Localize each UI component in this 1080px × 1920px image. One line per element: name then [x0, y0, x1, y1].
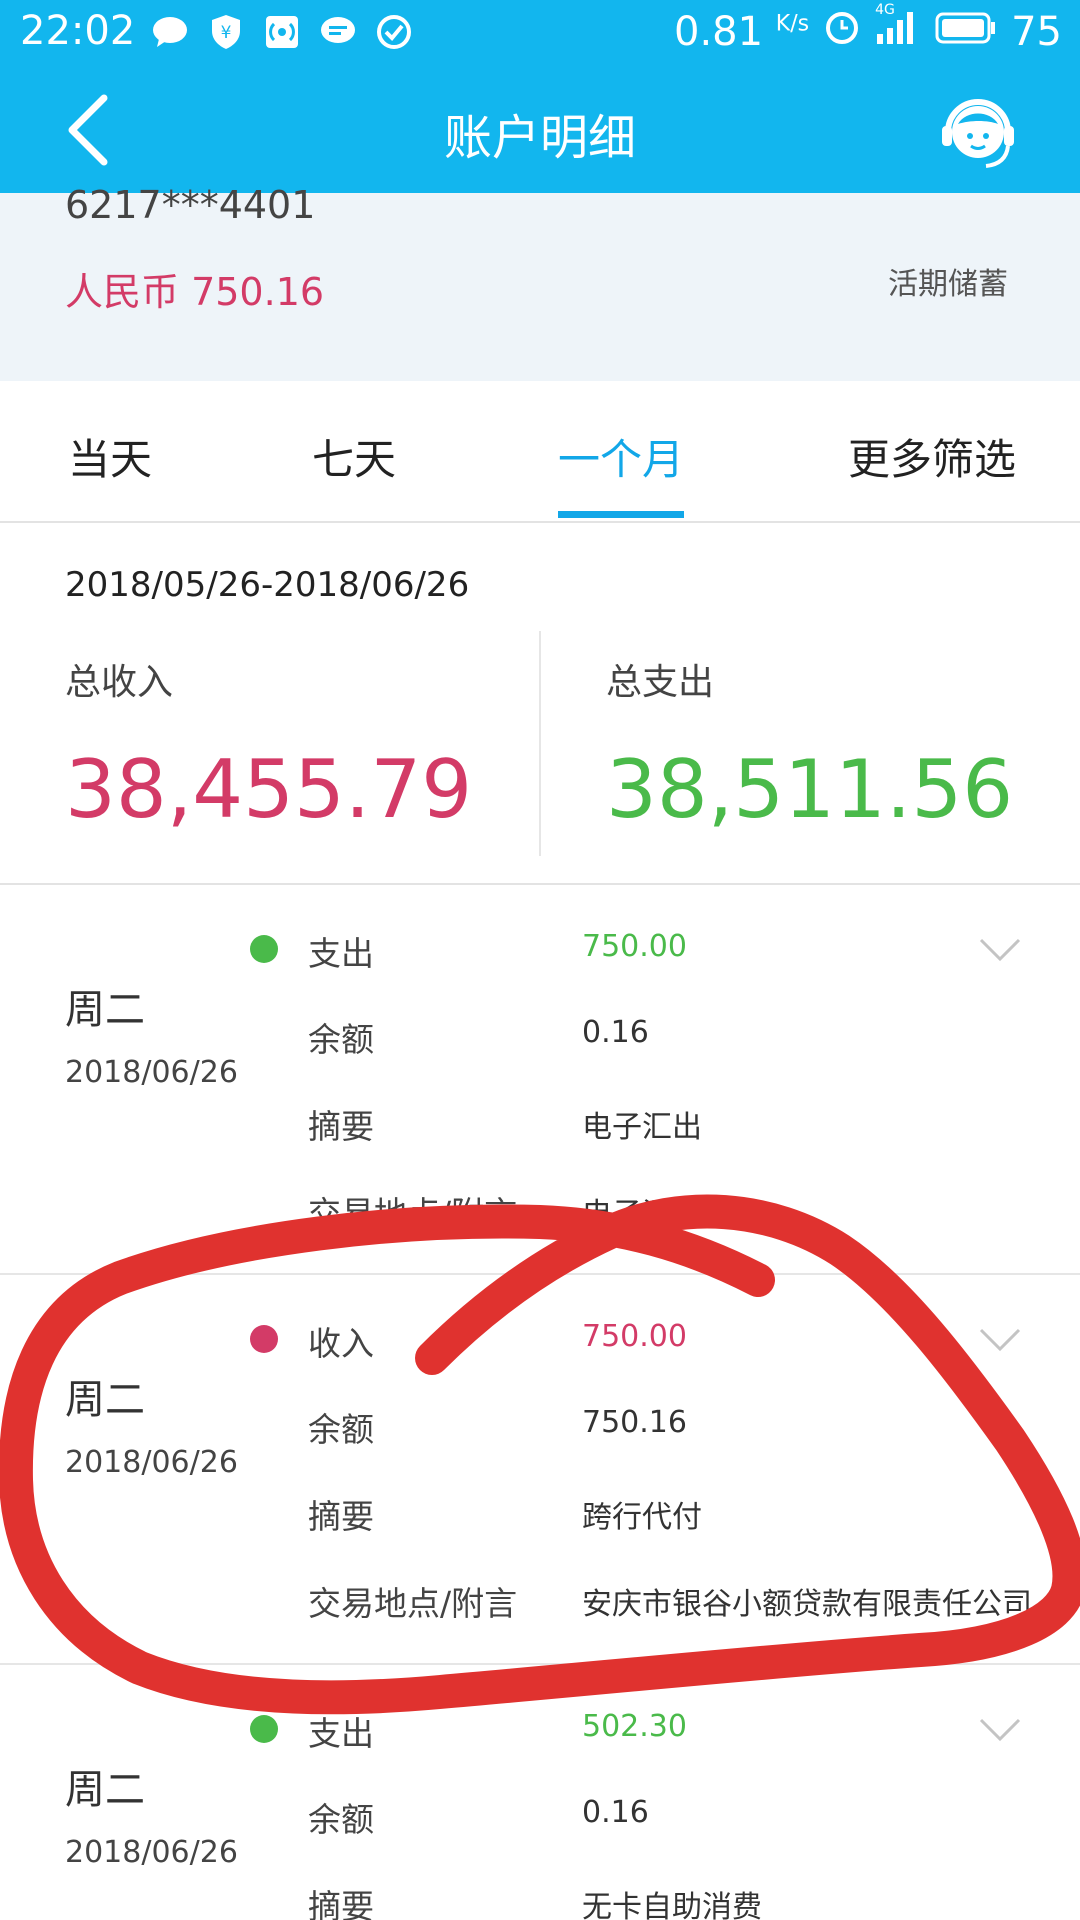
period-tabs: 当天 七天 一个月 更多筛选	[0, 381, 1080, 523]
tab-more-filters[interactable]: 更多筛选	[848, 426, 1016, 487]
transaction-weekday: 周二	[65, 1767, 145, 1813]
message-icon	[318, 12, 358, 52]
row-label: 摘要	[308, 1107, 374, 1146]
expense-dot-icon	[250, 935, 278, 963]
row-value: 750.16	[582, 1405, 687, 1440]
status-bar: 22:02 ¥ 0.81 K/s 4G 75	[0, 0, 1080, 68]
row-label: 摘要	[308, 1497, 374, 1536]
chevron-down-icon[interactable]	[978, 1717, 1022, 1743]
total-income-label: 总收入	[65, 662, 174, 703]
tab-today[interactable]: 当天	[68, 426, 152, 487]
chevron-down-icon[interactable]	[978, 937, 1022, 963]
status-right: 0.81 K/s 4G 75	[674, 2, 1062, 56]
row-label: 余额	[308, 1800, 374, 1839]
app-header: 账户明细	[0, 68, 1080, 193]
row-value: 电子汇出	[582, 1197, 702, 1232]
transaction-date: 2018/06/26	[65, 1835, 238, 1870]
check-circle-icon	[374, 12, 414, 52]
net-speed: 0.81 K/s	[674, 9, 809, 55]
transaction-date: 2018/06/26	[65, 1445, 238, 1480]
page-title: 账户明细	[443, 110, 636, 166]
summary-divider	[539, 631, 541, 856]
net-speed-unit: K/s	[775, 11, 810, 37]
hotspot-icon	[262, 12, 302, 52]
battery-icon	[933, 9, 997, 55]
total-expense-label: 总支出	[606, 662, 715, 703]
row-amount: 750.00	[582, 929, 687, 964]
status-time: 22:02	[20, 8, 136, 54]
row-value: 0.16	[582, 1795, 649, 1830]
row-label: 支出	[308, 934, 374, 973]
alarm-icon	[823, 8, 861, 56]
transaction-item[interactable]: 周二 2018/06/26 支出 750.00 余额 0.16 摘要 电子汇出 …	[0, 885, 1080, 1275]
signal-icon: 4G	[875, 2, 919, 56]
transaction-weekday: 周二	[65, 1377, 145, 1423]
transaction-date: 2018/06/26	[65, 1055, 238, 1090]
row-value: 电子汇出	[582, 1110, 702, 1145]
row-label: 交易地点/附言	[308, 1194, 518, 1233]
network-type: 4G	[875, 2, 895, 18]
account-type: 活期储蓄	[888, 267, 1008, 302]
row-value: 跨行代付	[582, 1500, 702, 1535]
row-label: 支出	[308, 1714, 374, 1753]
account-number: 6217***4401	[65, 183, 316, 227]
tab-one-month[interactable]: 一个月	[558, 426, 684, 487]
total-expense-value: 38,511.56	[606, 743, 1014, 836]
row-label: 余额	[308, 1410, 374, 1449]
row-value: 无卡自助消费	[582, 1890, 762, 1920]
chevron-down-icon[interactable]	[978, 1327, 1022, 1353]
tab-seven-days[interactable]: 七天	[312, 426, 396, 487]
notification-icons: ¥	[150, 12, 414, 52]
total-income-value: 38,455.79	[65, 743, 473, 836]
row-value: 0.16	[582, 1015, 649, 1050]
row-label: 余额	[308, 1020, 374, 1059]
shield-yuan-icon: ¥	[206, 12, 246, 52]
expense-dot-icon	[250, 1715, 278, 1743]
transaction-item[interactable]: 周二 2018/06/26 收入 750.00 余额 750.16 摘要 跨行代…	[0, 1275, 1080, 1665]
chat-bubble-icon	[150, 12, 190, 52]
row-label: 收入	[308, 1324, 374, 1363]
row-amount: 502.30	[582, 1709, 687, 1744]
row-label: 摘要	[308, 1887, 374, 1920]
row-label: 交易地点/附言	[308, 1584, 518, 1623]
account-balance: 人民币 750.16	[65, 270, 325, 314]
transaction-item[interactable]: 周二 2018/06/26 支出 502.30 余额 0.16 摘要 无卡自助消…	[0, 1665, 1080, 1920]
svg-text:¥: ¥	[221, 23, 232, 43]
headset-service-icon	[942, 99, 1014, 168]
date-range: 2018/05/26-2018/06/26	[65, 565, 470, 605]
row-amount: 750.00	[582, 1319, 687, 1354]
battery-level: 75	[1011, 9, 1062, 55]
transaction-weekday: 周二	[65, 987, 145, 1033]
customer-service-button[interactable]	[936, 90, 1020, 174]
income-dot-icon	[250, 1325, 278, 1353]
active-tab-indicator	[558, 511, 684, 518]
net-speed-value: 0.81	[674, 9, 764, 55]
row-value: 安庆市银谷小额贷款有限责任公司	[582, 1587, 1032, 1622]
summary-panel: 2018/05/26-2018/06/26 总收入 总支出 38,455.79 …	[0, 521, 1080, 885]
account-card: 6217***4401 人民币 750.16 活期储蓄	[0, 183, 1080, 381]
